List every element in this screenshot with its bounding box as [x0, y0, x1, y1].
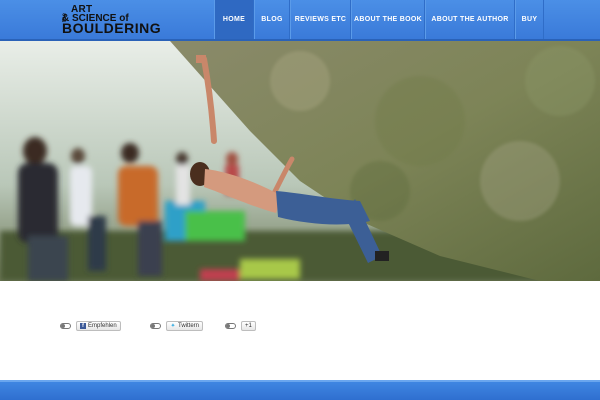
climber-photo [0, 41, 600, 281]
twitter-bird-icon: ✦ [170, 323, 176, 329]
site-header: the ART & SCIENCE of BOULDERING HOME BLO… [0, 0, 600, 41]
hero-image [0, 41, 600, 281]
nav-home[interactable]: HOME [214, 0, 254, 39]
nav-reviews[interactable]: REVIEWS ETC [290, 0, 351, 39]
social-gplus: +1 [225, 320, 256, 332]
twitter-tweet-button[interactable]: ✦ Twittern [166, 321, 204, 331]
nav-about-book[interactable]: ABOUT THE BOOK [351, 0, 425, 39]
twitter-tweet-label: Twittern [178, 323, 200, 329]
twitter-privacy-toggle[interactable] [150, 323, 161, 329]
social-twitter: ✦ Twittern [150, 320, 204, 332]
nav-about-author[interactable]: ABOUT THE AUTHOR [425, 0, 515, 39]
gplus-plusone-button[interactable]: +1 [241, 321, 256, 331]
site-logo[interactable]: the ART & SCIENCE of BOULDERING [62, 4, 178, 36]
facebook-icon: f [80, 323, 86, 329]
facebook-privacy-toggle[interactable] [60, 323, 71, 329]
facebook-like-button[interactable]: f Empfehlen [76, 321, 121, 331]
nav-buy[interactable]: BUY [515, 0, 544, 39]
gplus-privacy-toggle[interactable] [225, 323, 236, 329]
logo-line-bouldering: BOULDERING [62, 20, 162, 36]
social-facebook: f Empfehlen [60, 320, 121, 332]
gplus-plusone-label: +1 [245, 323, 252, 329]
facebook-like-label: Empfehlen [88, 323, 117, 329]
site-footer [0, 380, 600, 400]
nav-blog[interactable]: BLOG [254, 0, 290, 39]
main-nav: HOME BLOG REVIEWS ETC ABOUT THE BOOK ABO… [214, 0, 544, 39]
